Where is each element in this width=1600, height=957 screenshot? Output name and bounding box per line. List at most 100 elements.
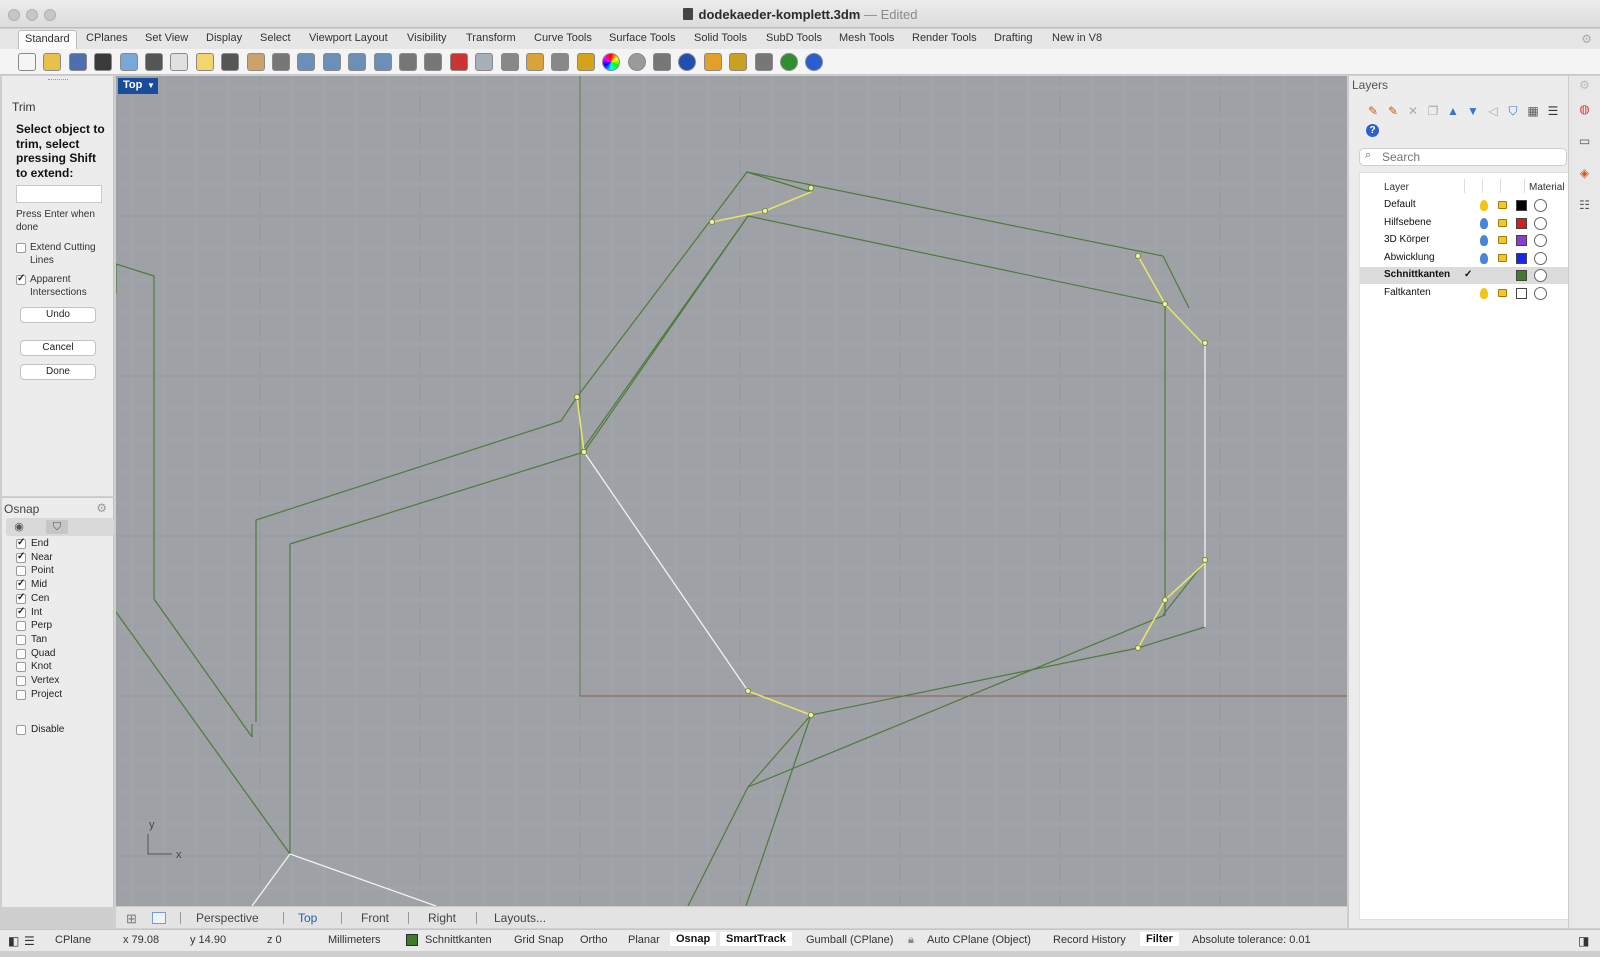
apparent-intersections-checkbox[interactable] (16, 273, 26, 286)
pan-hand-icon[interactable] (246, 53, 265, 71)
osnap-item-int[interactable]: Int (16, 606, 42, 619)
menu-icon[interactable]: ☰ (1546, 104, 1560, 118)
save-icon[interactable] (68, 53, 87, 71)
viewport-top[interactable]: y x Top ▼ (116, 76, 1347, 906)
osnap-checkbox[interactable] (16, 578, 26, 591)
column-header-layer[interactable]: Layer (1384, 182, 1409, 193)
light-icon[interactable] (551, 53, 570, 71)
tab-cplanes[interactable]: CPlanes (86, 32, 128, 44)
osnap-target-icon[interactable]: ◉ (12, 520, 26, 534)
smarttrack-toggle[interactable]: SmartTrack (720, 932, 792, 946)
tab-render-tools[interactable]: Render Tools (912, 32, 977, 44)
display-icon[interactable]: ▭ (1577, 134, 1592, 149)
osnap-item-perp[interactable]: Perp (16, 620, 52, 632)
osnap-checkbox[interactable] (16, 606, 26, 618)
osnap-checkbox[interactable] (16, 634, 26, 645)
option-extend-cutting-lines[interactable]: Extend Cutting Lines (16, 242, 112, 267)
cplane-indicator[interactable]: CPlane (55, 934, 91, 946)
cut-icon[interactable] (145, 53, 163, 71)
material-circle-icon[interactable] (1534, 199, 1547, 212)
zoom-icon[interactable] (297, 53, 316, 71)
selected-segments[interactable] (576, 191, 1206, 716)
visibility-bulb-icon[interactable] (1480, 200, 1488, 211)
osnap-item-knot[interactable]: Knot (16, 661, 52, 673)
layer-row[interactable]: Hilfsebene (1360, 215, 1570, 232)
viewport-tab-right[interactable]: Right (428, 911, 456, 925)
properties-icon[interactable]: ☷ (1577, 198, 1592, 213)
tab-standard[interactable]: Standard (18, 30, 77, 49)
new-file-icon[interactable] (18, 53, 36, 71)
grid-snap-toggle[interactable]: Grid Snap (514, 934, 564, 946)
osnap-item-vertex[interactable]: Vertex (16, 675, 59, 687)
material-circle-icon[interactable] (1534, 234, 1547, 247)
layer-search-input[interactable] (1359, 148, 1567, 166)
undo-icon[interactable] (221, 53, 240, 71)
gear-icon[interactable]: ⚙ (1577, 78, 1592, 93)
sidebar-toggle-icon[interactable]: ◧ (8, 934, 19, 948)
filter-toggle[interactable]: Filter (1140, 932, 1179, 946)
osnap-checkbox[interactable] (16, 566, 26, 577)
panel-grip[interactable] (48, 79, 68, 82)
option-apparent-intersections[interactable]: Apparent Intersections (16, 273, 112, 299)
shaded-sphere-icon[interactable] (627, 53, 646, 71)
material-circle-icon[interactable] (1534, 251, 1547, 265)
new-sublayer-icon[interactable]: ✎ (1386, 104, 1400, 118)
layer-color-swatch[interactable] (1516, 270, 1527, 281)
auto-cplane-toggle[interactable]: Auto CPlane (Object) (927, 934, 1031, 946)
material-circle-icon[interactable] (1534, 269, 1547, 282)
osnap-toggle[interactable]: Osnap (670, 932, 717, 946)
planar-toggle[interactable]: Planar (628, 934, 660, 946)
layer-color-swatch[interactable] (1516, 235, 1527, 246)
osnap-checkbox[interactable] (16, 621, 26, 632)
open-file-icon[interactable] (43, 53, 62, 71)
undo-button[interactable]: Undo (20, 307, 96, 323)
layer-row[interactable]: Schnittkanten ✓ (1360, 267, 1570, 284)
visibility-bulb-icon[interactable] (1480, 252, 1488, 264)
osnap-item-near[interactable]: Near (16, 551, 53, 564)
move-up-icon[interactable]: ▲ (1446, 104, 1460, 118)
osnap-checkbox[interactable] (16, 689, 26, 700)
gear-icon[interactable]: ⚙ (1581, 32, 1592, 46)
tab-select[interactable]: Select (260, 32, 291, 44)
osnap-item-mid[interactable]: Mid (16, 578, 47, 591)
material-icon[interactable] (703, 53, 722, 71)
copy-icon[interactable] (170, 53, 189, 71)
viewport-label[interactable]: Top (118, 78, 148, 94)
command-input[interactable] (16, 185, 102, 203)
osnap-checkbox[interactable] (16, 537, 26, 549)
tab-curve-tools[interactable]: Curve Tools (534, 32, 592, 44)
tab-solid-tools[interactable]: Solid Tools (694, 32, 747, 44)
visibility-bulb-icon[interactable] (1480, 287, 1488, 299)
osnap-checkbox[interactable] (16, 592, 26, 604)
help-icon[interactable] (805, 53, 824, 71)
snap-icon[interactable] (526, 53, 544, 71)
tab-transform[interactable]: Transform (466, 32, 516, 44)
tab-set-view[interactable]: Set View (145, 32, 188, 44)
unlock-icon[interactable] (1498, 201, 1507, 209)
osnap-item-end[interactable]: End (16, 537, 49, 550)
filter-icon[interactable]: ⛉ (1506, 104, 1520, 118)
tab-drafting[interactable]: Drafting (994, 32, 1033, 44)
render-sphere-icon[interactable] (678, 53, 697, 71)
visibility-bulb-icon[interactable] (1480, 235, 1488, 246)
viewport-tab-perspective[interactable]: Perspective (196, 911, 259, 925)
import-icon[interactable] (119, 53, 138, 71)
surface-icon[interactable] (475, 53, 494, 71)
osnap-item-cen[interactable]: Cen (16, 592, 49, 605)
column-header-material[interactable]: Material (1529, 182, 1565, 193)
unlock-icon[interactable] (1498, 288, 1507, 297)
extend-cutting-lines-checkbox[interactable] (16, 243, 26, 253)
tab-mesh-tools[interactable]: Mesh Tools (839, 32, 894, 44)
osnap-item-tan[interactable]: Tan (16, 634, 47, 646)
viewport-tab-layouts[interactable]: Layouts... (494, 911, 546, 925)
osnap-disable[interactable]: Disable (16, 724, 64, 736)
visibility-bulb-icon[interactable] (1480, 217, 1488, 229)
tab-visibility[interactable]: Visibility (407, 32, 447, 44)
tab-subd-tools[interactable]: SubD Tools (766, 32, 822, 44)
ortho-toggle[interactable]: Ortho (580, 934, 608, 946)
zoom-window-icon[interactable] (322, 53, 341, 71)
osnap-filter-icon[interactable]: ⛉ (46, 520, 68, 534)
color-wheel-icon[interactable] (602, 53, 621, 71)
tab-viewport-layout[interactable]: Viewport Layout (309, 32, 388, 44)
done-button[interactable]: Done (20, 364, 96, 380)
